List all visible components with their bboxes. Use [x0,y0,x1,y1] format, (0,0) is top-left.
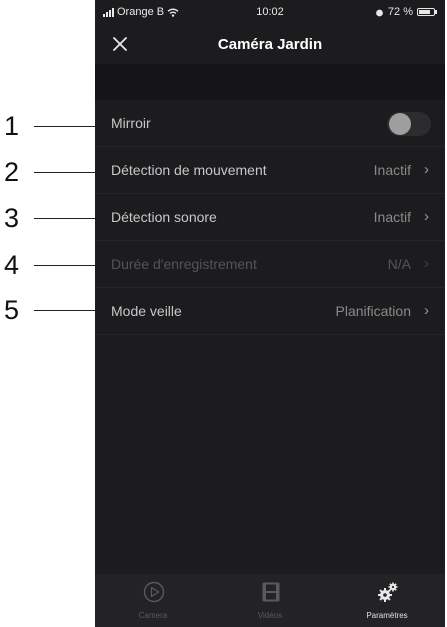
battery-info: 72 % [375,6,437,18]
page-title: Caméra Jardin [217,36,323,53]
callout-5: 5 [0,295,100,325]
callout-number: 3 [4,203,20,233]
film-icon [262,582,280,602]
callout-2: 2 [0,157,100,187]
setting-row-sleep-mode[interactable]: Mode veille Planification › [95,288,445,335]
alarm-icon [376,9,383,16]
callout-annotations: 1 2 3 4 5 [0,0,96,627]
toggle-knob [389,113,411,135]
mirror-toggle[interactable] [387,112,431,136]
callout-number: 4 [4,250,20,280]
section-spacer [95,64,445,100]
callout-number: 5 [4,295,20,325]
setting-value: Planification [335,303,412,319]
chevron-right-icon: › [424,255,429,272]
callout-line [34,310,96,311]
callout-line [34,126,96,127]
status-bar: Orange B 10:02 72 % [95,0,445,24]
callout-1: 1 [0,111,100,141]
setting-row-mirror[interactable]: Mirroir [95,100,445,147]
setting-row-motion-detection[interactable]: Détection de mouvement Inactif › [95,147,445,194]
setting-value: Inactif [373,162,411,178]
callout-3: 3 [0,203,100,233]
phone-screen: Orange B 10:02 72 % Caméra Jardin Mirroi… [95,0,445,627]
callout-line [34,265,96,266]
tab-settings[interactable]: Paramètres [329,574,445,627]
setting-label: Détection sonore [111,209,217,225]
setting-label: Détection de mouvement [111,162,267,178]
setting-row-recording-duration: Durée d'enregistrement N/A › [95,241,445,288]
callout-line [34,218,96,219]
chevron-right-icon: › [424,302,429,319]
callout-number: 2 [4,157,20,187]
tab-camera[interactable]: Camera [95,574,211,627]
chevron-right-icon: › [424,208,429,225]
setting-row-sound-detection[interactable]: Détection sonore Inactif › [95,194,445,241]
tab-label: Vidéos [257,611,283,620]
tab-videos[interactable]: Vidéos [212,574,328,627]
callout-line [34,172,96,173]
tab-label: Paramètres [366,611,408,620]
setting-value: Inactif [373,209,411,225]
battery-icon [417,8,437,16]
chevron-right-icon: › [424,161,429,178]
nav-bar: Caméra Jardin [95,24,445,64]
setting-label: Mode veille [111,303,182,319]
tab-label: Camera [138,611,168,620]
callout-number: 1 [4,111,20,141]
setting-value: N/A [387,256,411,272]
callout-4: 4 [0,250,100,280]
setting-label: Mirroir [111,115,151,131]
settings-list: Mirroir Détection de mouvement Inactif ›… [95,100,445,335]
tab-bar: Camera Vidéos Paramètres [95,574,445,627]
setting-label: Durée d'enregistrement [111,256,257,272]
battery-percent: 72 % [387,6,413,18]
play-circle-icon [143,581,165,603]
gears-icon [378,582,398,602]
